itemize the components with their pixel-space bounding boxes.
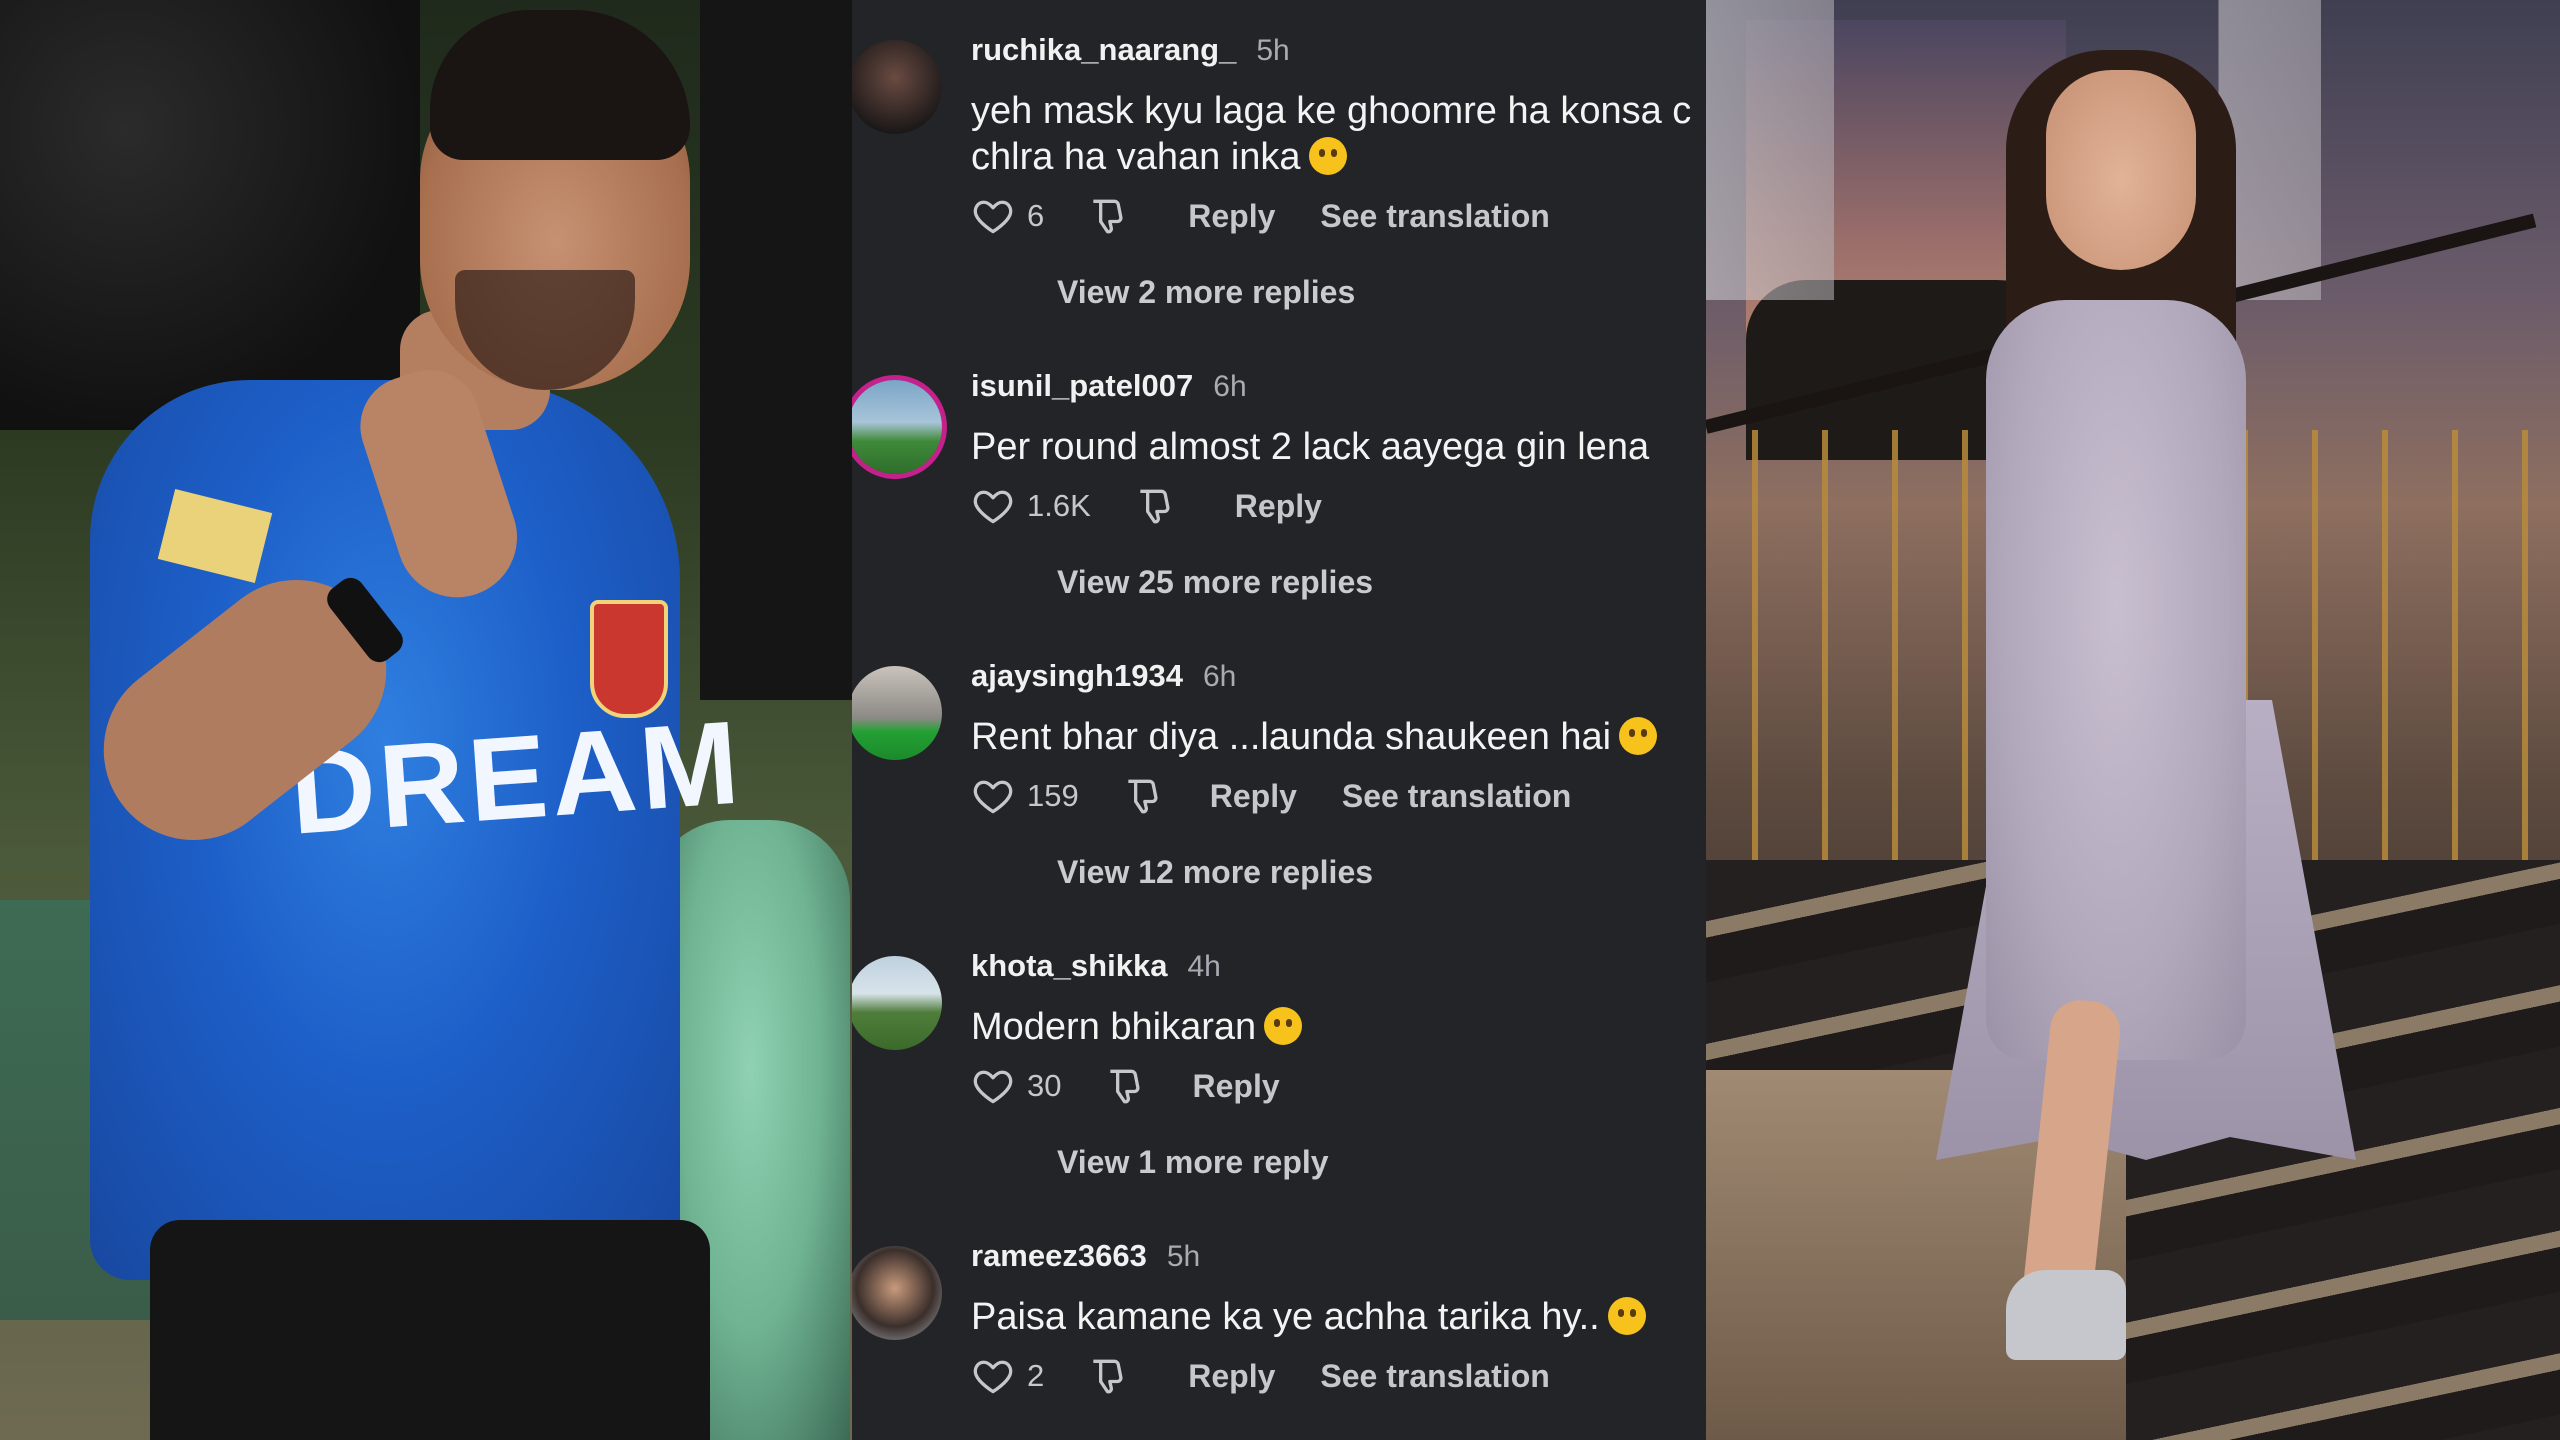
comment-username[interactable]: isunil_patel007 [971, 368, 1193, 404]
avatar[interactable] [852, 1246, 942, 1340]
heart-outline-icon[interactable] [971, 194, 1015, 238]
comment-actions: 6 Reply See translation [971, 192, 1550, 240]
thumbs-down-outline-icon[interactable] [1086, 1354, 1130, 1398]
thumbs-down-outline-icon[interactable] [1121, 774, 1165, 818]
avatar[interactable] [852, 380, 942, 474]
reply-button[interactable]: Reply [1235, 488, 1322, 525]
grinning-sweat-face-emoji-icon [1619, 717, 1658, 755]
comment-username[interactable]: khota_shikka [971, 948, 1167, 984]
comment-actions: 2 Reply See translation [971, 1352, 1550, 1400]
comment-actions: 30 Reply [971, 1062, 1280, 1110]
heart-outline-icon[interactable] [971, 484, 1015, 528]
comment-timestamp: 4h [1187, 950, 1221, 983]
heart-outline-icon[interactable] [971, 774, 1015, 818]
comment-text: Rent bhar diya ...launda shaukeen hai [971, 714, 1658, 760]
heart-outline-icon[interactable] [971, 1064, 1015, 1108]
reply-button[interactable]: Reply [1192, 1068, 1279, 1105]
comment-text: Modern bhikaran [971, 1004, 1303, 1050]
see-translation-button[interactable]: See translation [1342, 778, 1571, 815]
comment-text: yeh mask kyu laga ke ghoomre ha konsa c [971, 90, 1692, 132]
comment-username[interactable]: ruchika_naarang_ [971, 32, 1236, 68]
thumbs-down-outline-icon[interactable] [1103, 1064, 1147, 1108]
photo-head [2046, 70, 2196, 270]
photo-pants [150, 1220, 710, 1440]
face-with-tears-of-joy-emoji-icon [1607, 1297, 1646, 1335]
like-count: 2 [1027, 1358, 1045, 1393]
comment-timestamp: 6h [1202, 660, 1237, 693]
view-more-replies-button[interactable]: View 1 more reply [1057, 1144, 1329, 1181]
avatar[interactable] [852, 956, 942, 1050]
heart-outline-icon[interactable] [971, 1354, 1015, 1398]
like-count: 30 [1027, 1068, 1062, 1103]
comment-text-line-2: chlra ha vahan inka [971, 134, 1347, 180]
comment-timestamp: 6h [1213, 370, 1247, 403]
comments-panel: ruchika_naarang_ 5h yeh mask kyu laga ke… [852, 0, 1706, 1440]
see-translation-button[interactable]: See translation [1320, 1358, 1549, 1395]
see-translation-button[interactable]: See translation [1320, 198, 1549, 235]
astonished-face-emoji-icon [1264, 1007, 1303, 1045]
like-count: 6 [1027, 198, 1045, 233]
comment-text: Paisa kamane ka ye achha tarika hy.. [971, 1294, 1646, 1340]
comment-timestamp: 5h [1256, 34, 1290, 67]
reply-button[interactable]: Reply [1188, 198, 1275, 235]
comment-actions: 1.6K Reply [971, 482, 1322, 530]
reply-button[interactable]: Reply [1188, 1358, 1275, 1395]
reply-button[interactable]: Reply [1210, 778, 1297, 815]
photo-shoe [2006, 1270, 2126, 1360]
comment-text: Per round almost 2 lack aayega gin lena [971, 426, 1650, 468]
view-more-replies-button[interactable]: View 25 more replies [1057, 564, 1373, 601]
comment-username[interactable]: rameez3663 [971, 1238, 1147, 1274]
photo-background-curtain [0, 0, 420, 430]
like-count: 1.6K [1027, 488, 1091, 523]
comment-actions: 159 Reply See translation [971, 772, 1571, 820]
view-more-replies-button[interactable]: View 12 more replies [1057, 854, 1373, 891]
photo-hair [430, 10, 690, 160]
photo-background-curtain [700, 0, 852, 700]
view-more-replies-button[interactable]: View 2 more replies [1057, 274, 1355, 311]
thinking-face-emoji-icon [1308, 137, 1347, 175]
right-photo [1706, 0, 2560, 1440]
comment-timestamp: 5h [1166, 1240, 1201, 1273]
avatar[interactable] [852, 40, 942, 134]
avatar[interactable] [852, 666, 942, 760]
photo-dress [1986, 300, 2246, 1060]
like-count: 159 [1027, 778, 1079, 813]
comment-username[interactable]: ajaysingh1934 [971, 658, 1183, 694]
left-photo: DREAM [0, 0, 852, 1440]
thumbs-down-outline-icon[interactable] [1086, 194, 1130, 238]
thumbs-down-outline-icon[interactable] [1133, 484, 1177, 528]
